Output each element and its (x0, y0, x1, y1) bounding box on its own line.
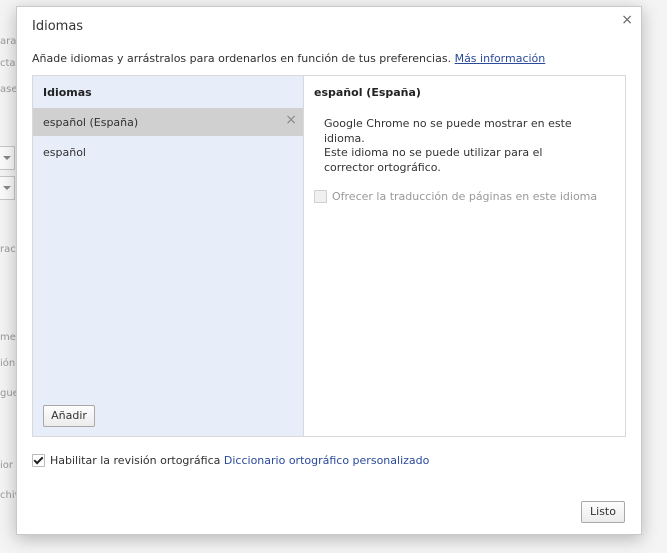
spellcheck-label: Habilitar la revisión ortográfica (50, 454, 221, 467)
add-language-button[interactable]: Añadir (43, 405, 95, 427)
language-details-title: español (España) (314, 86, 421, 99)
more-info-link[interactable]: Más información (455, 52, 546, 65)
custom-dictionary-link[interactable]: Diccionario ortográfico personalizado (224, 454, 429, 467)
background-text: ior (0, 460, 14, 471)
language-list: Idiomas español (España) × español Añadi… (33, 76, 304, 436)
background-dropdown (0, 176, 15, 200)
display-language-note: Google Chrome no se puede mostrar en est… (324, 117, 572, 145)
dialog-description: Añade idiomas y arrástralos para ordenar… (32, 52, 545, 65)
language-item-espanol[interactable]: español (33, 138, 303, 166)
spellcheck-text: Habilitar la revisión ortográfica Diccio… (50, 454, 429, 467)
language-item-label: español (España) (43, 116, 139, 129)
done-button[interactable]: Listo (581, 501, 625, 523)
background-dropdown (0, 146, 15, 170)
language-item-espanol-espana[interactable]: español (España) × (33, 108, 303, 136)
background-text: me (0, 332, 16, 343)
remove-language-icon[interactable]: × (285, 112, 297, 128)
dialog-title: Idiomas (32, 19, 84, 34)
background-text: ase (0, 84, 18, 95)
language-list-header: Idiomas (43, 86, 92, 99)
offer-translate-checkbox[interactable] (314, 190, 327, 203)
language-item-label: español (43, 146, 86, 159)
offer-translate-label: Ofrecer la traducción de páginas en este… (332, 190, 598, 203)
close-icon[interactable]: × (621, 12, 633, 28)
languages-dialog: Idiomas × Añade idiomas y arrástralos pa… (16, 6, 642, 535)
language-details: español (España) Google Chrome no se pue… (314, 76, 614, 436)
background-text: ión (0, 358, 16, 369)
languages-panel: Idiomas español (España) × español Añadi… (32, 75, 626, 437)
spellcheck-checkbox[interactable] (32, 454, 45, 467)
spellcheck-language-note: Este idioma no se puede utilizar para el… (324, 146, 543, 174)
description-text: Añade idiomas y arrástralos para ordenar… (32, 52, 452, 65)
